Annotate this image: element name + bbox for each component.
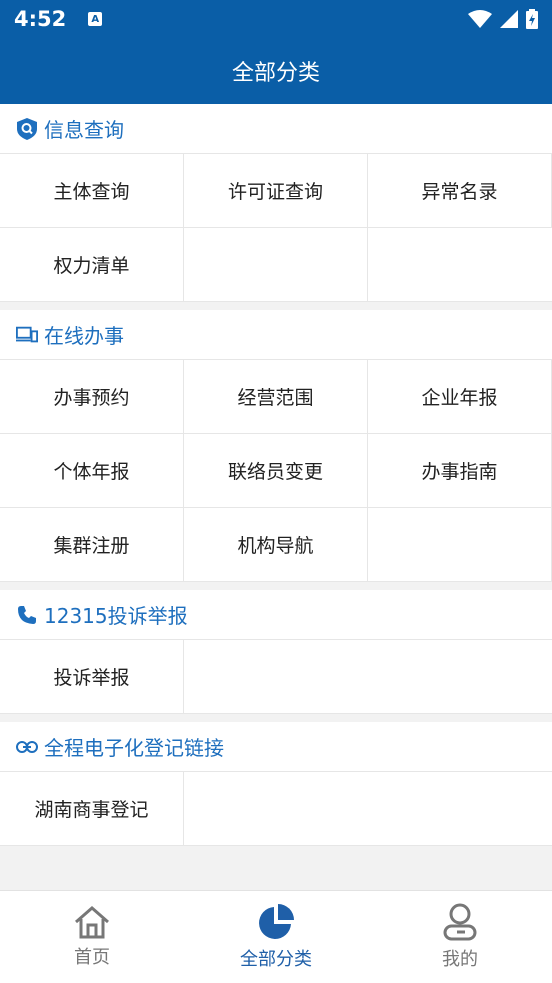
nav-home-label: 首页 [74,947,110,968]
item-individual-annual-report[interactable]: 个体年报 [0,434,184,508]
a-icon-letter: A [91,13,100,25]
nav-mine-label: 我的 [442,949,478,970]
status-right [468,9,538,29]
nav-categories[interactable]: 全部分类 [184,891,368,983]
item-appointment[interactable]: 办事预约 [0,360,184,434]
empty-cell [368,640,552,714]
section-divider [0,582,552,590]
section-header: 12315投诉举报 [0,590,552,640]
page-title: 全部分类 [231,61,320,86]
item-power-list[interactable]: 权力清单 [0,228,184,302]
section-title: 在线办事 [44,324,124,348]
nav-home[interactable]: 首页 [0,891,184,983]
empty-cell [184,772,368,846]
empty-cell [368,508,552,582]
item-cluster-registration[interactable]: 集群注册 [0,508,184,582]
section-title: 信息查询 [44,118,124,142]
section-title: 全程电子化登记链接 [44,736,224,760]
devices-icon [16,324,38,346]
bottom-navigation: 首页 全部分类 我的 [0,890,552,983]
section-online-services: 在线办事 办事预约 经营范围 企业年报 个体年报 联络员变更 办事指南 集群注册… [0,310,552,582]
item-enterprise-annual-report[interactable]: 企业年报 [368,360,552,434]
section-grid: 办事预约 经营范围 企业年报 个体年报 联络员变更 办事指南 集群注册 机构导航 [0,360,552,582]
empty-cell [184,640,368,714]
status-time: 4:52 [14,7,67,31]
section-grid: 投诉举报 [0,640,552,714]
section-header: 全程电子化登记链接 [0,722,552,772]
link-icon [16,736,38,758]
item-abnormal-list[interactable]: 异常名录 [368,154,552,228]
search-shield-icon [16,117,38,140]
nav-mine[interactable]: 我的 [368,891,552,983]
empty-cell [184,228,368,302]
notification-a-icon: A [88,12,103,26]
item-complaint-report[interactable]: 投诉举报 [0,640,184,714]
item-business-scope[interactable]: 经营范围 [184,360,368,434]
section-complaints: 12315投诉举报 投诉举报 [0,590,552,714]
category-content[interactable]: 信息查询 主体查询 许可证查询 异常名录 权力清单 在线办事 办事预约 经营范围… [0,104,552,890]
section-e-registration: 全程电子化登记链接 湖南商事登记 [0,722,552,846]
item-liaison-change[interactable]: 联络员变更 [184,434,368,508]
empty-cell [368,772,552,846]
empty-cell [368,228,552,302]
battery-icon [526,9,538,29]
section-title: 12315投诉举报 [44,604,188,628]
status-bar: 4:52 A [0,0,552,38]
item-entity-query[interactable]: 主体查询 [0,154,184,228]
item-license-query[interactable]: 许可证查询 [184,154,368,228]
section-info-query: 信息查询 主体查询 许可证查询 异常名录 权力清单 [0,104,552,302]
section-header: 信息查询 [0,104,552,154]
pie-chart-icon [259,904,294,939]
item-hunan-commercial-registration[interactable]: 湖南商事登记 [0,772,184,846]
item-service-guide[interactable]: 办事指南 [368,434,552,508]
section-grid: 湖南商事登记 [0,772,552,846]
section-divider [0,302,552,310]
section-divider [0,714,552,722]
section-header: 在线办事 [0,310,552,360]
home-icon [75,906,109,939]
wifi-icon [468,10,492,28]
phone-icon [16,604,38,626]
section-grid: 主体查询 许可证查询 异常名录 权力清单 [0,154,552,302]
user-icon [443,903,477,941]
signal-icon [500,10,518,28]
app-bar: 全部分类 [0,38,552,104]
item-agency-navigation[interactable]: 机构导航 [184,508,368,582]
nav-categories-label: 全部分类 [240,949,312,970]
